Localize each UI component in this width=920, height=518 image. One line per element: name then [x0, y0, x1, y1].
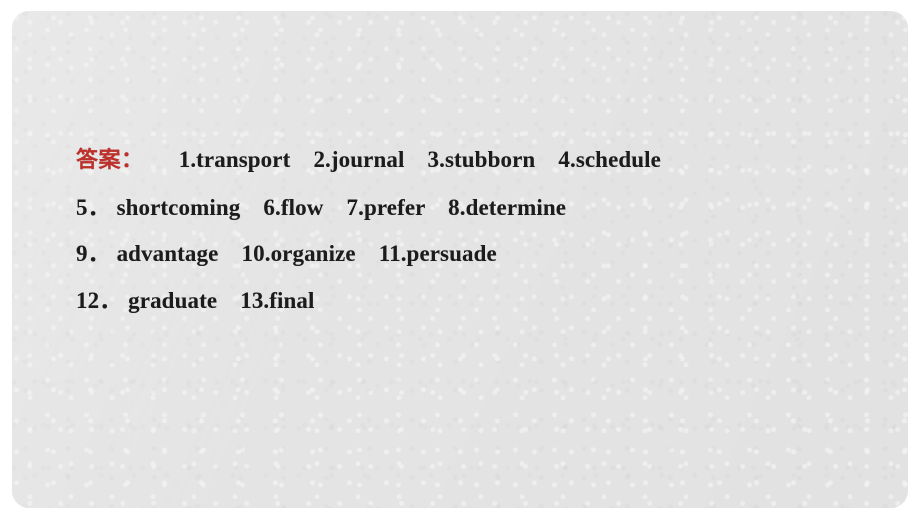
answer-line-2-lead: 5．	[76, 194, 111, 220]
slide-canvas: 答案： 1.transport 2.journal 3.stubborn 4.s…	[0, 0, 920, 518]
answer-line-4: 12． graduate 13.final	[76, 278, 866, 325]
answer-line-3: 9． advantage 10.organize 11.persuade	[76, 231, 866, 278]
answer-line-3-lead: 9．	[76, 241, 111, 266]
answer-line-2-text: shortcoming 6.flow 7.prefer 8.determine	[116, 194, 567, 220]
answer-line-2: 5． shortcoming 6.flow 7.prefer 8.determi…	[76, 185, 866, 232]
answer-line-1: 答案： 1.transport 2.journal 3.stubborn 4.s…	[76, 137, 866, 185]
answer-line-3-text: advantage 10.organize 11.persuade	[116, 241, 497, 266]
content-panel: 答案： 1.transport 2.journal 3.stubborn 4.s…	[12, 11, 908, 508]
answer-line-4-text: graduate 13.final	[128, 287, 315, 313]
answer-block: 答案： 1.transport 2.journal 3.stubborn 4.s…	[76, 137, 866, 324]
answer-line-4-lead: 12．	[76, 287, 123, 313]
answer-label: 答案：	[76, 148, 133, 173]
answer-line-1-text: 1.transport 2.journal 3.stubborn 4.sched…	[178, 147, 661, 172]
